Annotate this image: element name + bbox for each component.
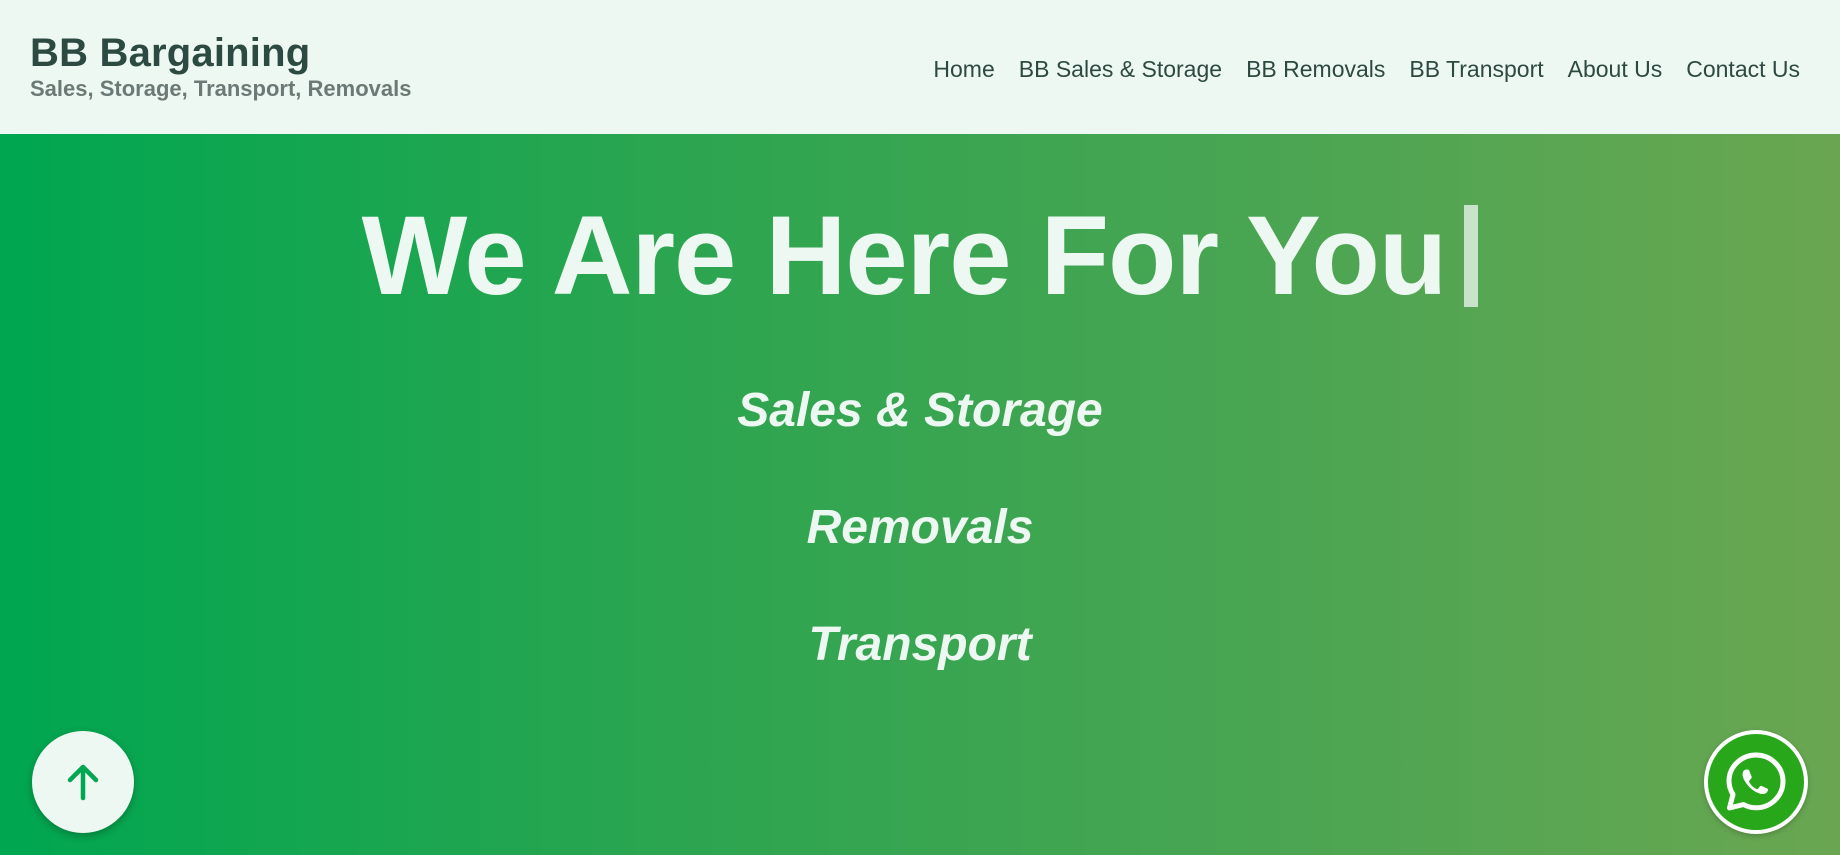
main-nav: Home BB Sales & Storage BB Removals BB T…: [933, 56, 1800, 83]
nav-link-home[interactable]: Home: [933, 56, 994, 83]
hero-service-transport: Transport: [808, 618, 1032, 671]
page: BB Bargaining Sales, Storage, Transport,…: [0, 0, 1840, 855]
arrow-up-icon: [67, 764, 99, 801]
nav-link-removals[interactable]: BB Removals: [1246, 56, 1385, 83]
typing-cursor: [1464, 205, 1479, 307]
nav-link-about-us[interactable]: About Us: [1568, 56, 1663, 83]
site-header: BB Bargaining Sales, Storage, Transport,…: [0, 0, 1840, 134]
nav-link-sales-storage[interactable]: BB Sales & Storage: [1019, 56, 1222, 83]
brand[interactable]: BB Bargaining Sales, Storage, Transport,…: [30, 30, 411, 102]
hero-section: We Are Here For You Sales & Storage Remo…: [0, 134, 1840, 855]
hero-service-sales-storage: Sales & Storage: [737, 384, 1103, 437]
brand-tagline: Sales, Storage, Transport, Removals: [30, 76, 412, 101]
nav-link-transport[interactable]: BB Transport: [1409, 56, 1543, 83]
whatsapp-badge: [1708, 734, 1804, 830]
whatsapp-chat-button[interactable]: [1704, 730, 1808, 834]
whatsapp-icon: [1726, 752, 1786, 811]
nav-link-contact-us[interactable]: Contact Us: [1686, 56, 1800, 83]
scroll-to-top-button[interactable]: [32, 731, 134, 833]
hero-service-removals: Removals: [806, 501, 1034, 554]
hero-headline: We Are Here For You: [361, 193, 1448, 318]
hero-headline-wrap: We Are Here For You: [0, 196, 1840, 316]
brand-title[interactable]: BB Bargaining: [30, 30, 411, 76]
